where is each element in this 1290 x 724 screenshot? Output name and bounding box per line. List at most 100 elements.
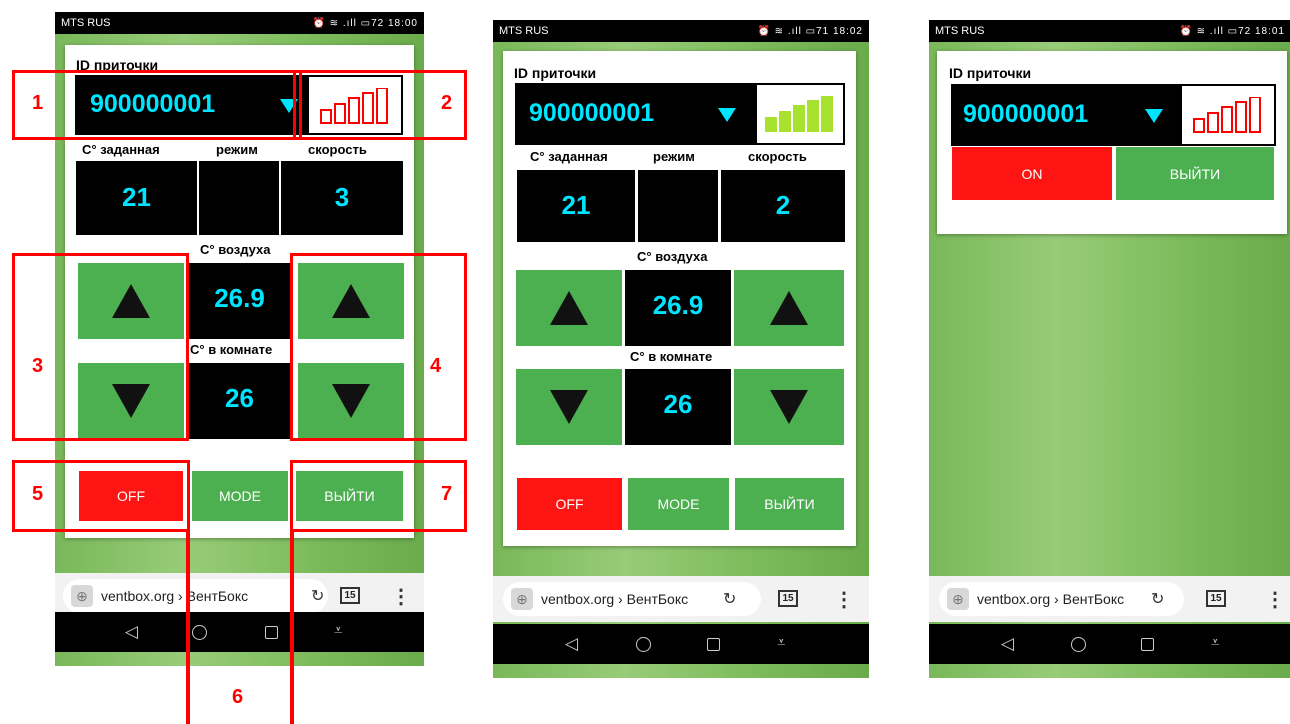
- speed-up-button[interactable]: [734, 270, 844, 346]
- callout-box-3: [12, 253, 189, 441]
- back-icon[interactable]: ◁: [1001, 634, 1014, 654]
- globe-icon: ⊕: [71, 585, 93, 607]
- signal-bar: [793, 105, 805, 132]
- signal-indicator: [755, 83, 845, 145]
- url-text: ventbox.org › ВентБокс: [101, 588, 249, 604]
- clock: 18:02: [832, 25, 863, 37]
- control-card: ID приточки 900000001 С° заданная режим …: [503, 51, 856, 546]
- callout-number-7: 7: [441, 483, 453, 505]
- setpoint-display: 21: [76, 161, 197, 235]
- air-temp-display: 26.9: [189, 263, 290, 339]
- address-bar[interactable]: ⊕ ventbox.org › ВентБокс: [63, 579, 328, 613]
- callout-line-6-right: [290, 530, 294, 724]
- home-icon[interactable]: [1071, 637, 1086, 652]
- signal-bars-icon: [765, 96, 833, 132]
- callout-line-6-left: [186, 530, 190, 724]
- status-bar: MTS RUS ⏰ ≋ .ıll ▭72 18:00: [55, 12, 424, 34]
- home-icon[interactable]: [636, 637, 651, 652]
- mode-label: режим: [216, 142, 258, 157]
- status-bar: MTS RUS ⏰ ≋ .ıll ▭72 18:01: [929, 20, 1290, 42]
- off-button[interactable]: OFF: [517, 478, 622, 530]
- room-temp-value: 26: [225, 383, 254, 413]
- signal-bar: [1249, 97, 1261, 133]
- hide-keyboard-icon[interactable]: ⩡: [334, 622, 342, 639]
- speed-label: скорость: [308, 142, 367, 157]
- id-label: ID приточки: [949, 65, 1032, 81]
- browser-toolbar: ⊕ ventbox.org › ВентБокс ↻ 15 ⋮: [493, 576, 869, 622]
- room-temp-label: С° в комнате: [190, 342, 273, 357]
- mode-display[interactable]: ☼: [199, 161, 279, 235]
- signal-bar: [807, 100, 819, 132]
- menu-icon[interactable]: ⋮: [834, 587, 854, 612]
- signal-bar: [1221, 106, 1233, 133]
- air-temp-label: С° воздуха: [637, 249, 708, 264]
- callout-number-4: 4: [430, 355, 442, 377]
- menu-icon[interactable]: ⋮: [1265, 587, 1285, 612]
- home-icon[interactable]: [192, 625, 207, 640]
- control-card: ID приточки 900000001 ON ВЫЙТИ: [937, 51, 1287, 234]
- globe-icon: ⊕: [511, 588, 533, 610]
- setpoint-display: 21: [517, 170, 635, 242]
- back-icon[interactable]: ◁: [125, 622, 138, 642]
- recents-icon[interactable]: [265, 626, 278, 639]
- setpoint-label: С° заданная: [82, 142, 160, 157]
- arrow-up-icon: [550, 291, 588, 325]
- tab-switcher-button[interactable]: 15: [778, 590, 798, 607]
- callout-box-4: [290, 253, 467, 441]
- air-temp-label: С° воздуха: [200, 242, 271, 257]
- reload-icon[interactable]: ↻: [723, 589, 736, 609]
- battery-level: 72: [371, 17, 385, 29]
- reload-icon[interactable]: ↻: [1151, 589, 1164, 609]
- callout-number-1: 1: [32, 92, 44, 114]
- system-nav-bar: ◁ ⩡: [55, 612, 424, 652]
- signal-bar: [765, 117, 777, 132]
- url-text: ventbox.org › ВентБокс: [977, 591, 1125, 607]
- speed-display: 2: [721, 170, 845, 242]
- tab-switcher-button[interactable]: 15: [340, 587, 360, 604]
- room-temp-display: 26: [625, 369, 731, 445]
- air-temp-value: 26.9: [214, 283, 265, 313]
- callout-number-3: 3: [32, 355, 44, 377]
- exit-button[interactable]: ВЫЙТИ: [735, 478, 844, 530]
- setpoint-value: 21: [122, 182, 151, 212]
- air-temp-value: 26.9: [652, 290, 704, 320]
- setpoint-value: 21: [561, 190, 591, 220]
- room-temp-value: 26: [663, 389, 693, 419]
- mode-button[interactable]: MODE: [628, 478, 729, 530]
- signal-indicator: [1180, 84, 1276, 146]
- setpoint-down-button[interactable]: [516, 369, 622, 445]
- callout-number-2: 2: [441, 92, 453, 114]
- carrier-name: MTS RUS: [499, 25, 549, 37]
- recents-icon[interactable]: [1141, 638, 1154, 651]
- device-id-value: 900000001: [963, 100, 1089, 128]
- air-temp-display: 26.9: [625, 270, 731, 346]
- hide-keyboard-icon[interactable]: ⩡: [777, 634, 785, 651]
- menu-icon[interactable]: ⋮: [391, 584, 411, 609]
- sun-icon: ☼: [224, 178, 254, 214]
- url-text: ventbox.org › ВентБокс: [541, 591, 689, 607]
- address-bar[interactable]: ⊕ ventbox.org › ВентБокс: [939, 582, 1184, 616]
- battery-level: 72: [1238, 25, 1252, 37]
- reload-icon[interactable]: ↻: [311, 586, 324, 606]
- recents-icon[interactable]: [707, 638, 720, 651]
- callout-number-5: 5: [32, 483, 44, 505]
- setpoint-up-button[interactable]: [516, 270, 622, 346]
- dropdown-arrow-icon[interactable]: [718, 108, 736, 122]
- back-icon[interactable]: ◁: [565, 634, 578, 654]
- clock: 18:00: [387, 17, 418, 29]
- dropdown-arrow-icon[interactable]: [1145, 109, 1163, 123]
- hide-keyboard-icon[interactable]: ⩡: [1211, 634, 1219, 651]
- mode-label: режим: [653, 149, 695, 164]
- signal-bar: [1193, 118, 1205, 133]
- sun-icon: ☼: [663, 186, 693, 222]
- arrow-down-icon: [770, 390, 808, 424]
- exit-button[interactable]: ВЫЙТИ: [1116, 147, 1274, 200]
- speed-down-button[interactable]: [734, 369, 844, 445]
- tab-switcher-button[interactable]: 15: [1206, 590, 1226, 607]
- device-id-selector[interactable]: 900000001: [515, 83, 755, 145]
- battery-level: 71: [816, 25, 830, 37]
- mode-display[interactable]: ☼: [638, 170, 718, 242]
- mode-button[interactable]: MODE: [192, 471, 288, 521]
- device-id-selector[interactable]: 900000001: [951, 84, 1180, 146]
- on-button[interactable]: ON: [952, 147, 1112, 200]
